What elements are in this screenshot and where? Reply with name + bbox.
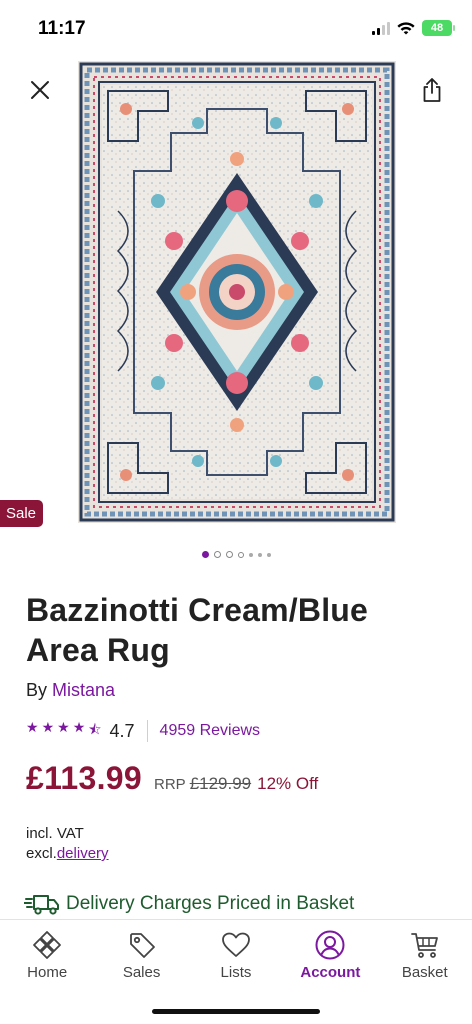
tab-basket-label: Basket [401, 964, 448, 981]
sale-badge: Sale [0, 500, 44, 527]
home-icon [33, 931, 62, 959]
carousel-dot[interactable] [225, 551, 233, 558]
carousel-pagination[interactable] [0, 551, 472, 558]
signal-icon [372, 21, 390, 35]
delivery-note: excl.delivery [26, 845, 109, 862]
account-icon [315, 930, 345, 960]
basket-icon [410, 933, 438, 958]
delivery-banner-text: Delivery Charges Priced in Basket [66, 893, 355, 914]
heart-icon [222, 932, 250, 957]
wifi-icon [397, 21, 415, 34]
tab-account[interactable]: Account [290, 930, 370, 981]
bottom-tab-bar: Home Sales Lists Account Basket [0, 919, 472, 1024]
carousel-dot[interactable] [248, 552, 253, 557]
half-star-icon: ⯪ [88, 721, 102, 737]
tab-sales-label: Sales [122, 964, 161, 981]
discount-label: 12% Off [257, 774, 319, 793]
status-time: 11:17 [38, 18, 86, 39]
divider [146, 720, 148, 742]
carousel-dot-active[interactable] [201, 551, 209, 558]
rating-value: 4.7 [109, 720, 135, 741]
reviews-link[interactable]: 4959 Reviews [160, 722, 261, 740]
share-icon [423, 78, 441, 102]
carousel-dot[interactable] [257, 552, 262, 557]
by-label: By [26, 680, 48, 700]
carousel-dot[interactable] [213, 551, 221, 558]
tab-account-label: Account [300, 964, 361, 981]
star-icon: ★ [41, 719, 55, 735]
close-icon [31, 81, 49, 99]
tab-home-label: Home [27, 964, 68, 981]
star-icon: ★ [26, 719, 39, 735]
tab-basket[interactable]: Basket [385, 930, 465, 981]
product-image-rug [78, 61, 396, 523]
product-image-carousel[interactable]: Sale [0, 56, 472, 536]
carousel-dot[interactable] [237, 551, 244, 558]
rrp-label: RRP [154, 776, 186, 793]
vat-note: incl. VAT [26, 825, 84, 842]
brand-link[interactable]: Mistana [52, 680, 115, 700]
star-icon: ★ [57, 719, 70, 735]
delivery-banner: Delivery Charges Priced in Basket [24, 893, 354, 915]
sale-price: £113.99 [26, 760, 143, 796]
status-bar: 11:17 48 [0, 0, 472, 56]
star-rating: ★ ★ ★ ★ ⯪ [26, 719, 102, 743]
brand-byline: By Mistana [26, 680, 115, 701]
tag-icon [129, 933, 155, 958]
tab-home[interactable]: Home [7, 930, 87, 981]
delivery-truck-icon [24, 895, 59, 915]
price-row: £113.99 RRP £129.99 12% Off [26, 760, 318, 797]
carousel-dot[interactable] [266, 552, 271, 557]
product-title: Bazzinotti Cream/Blue Area Rug [26, 592, 369, 668]
status-icons: 48 [372, 20, 455, 36]
rating-row: ★ ★ ★ ★ ⯪ 4.7 4959 Reviews [26, 719, 260, 743]
delivery-link[interactable]: delivery [57, 845, 109, 862]
tab-sales[interactable]: Sales [102, 930, 182, 981]
delivery-prefix: excl. [26, 845, 57, 862]
share-button[interactable] [414, 72, 450, 108]
close-button[interactable] [22, 72, 58, 108]
star-icon: ★ [72, 719, 86, 735]
tab-lists[interactable]: Lists [196, 930, 276, 981]
rrp-price: £129.99 [189, 774, 252, 793]
battery-indicator: 48 [422, 20, 455, 36]
home-indicator [152, 1009, 320, 1014]
tab-lists-label: Lists [220, 964, 252, 981]
